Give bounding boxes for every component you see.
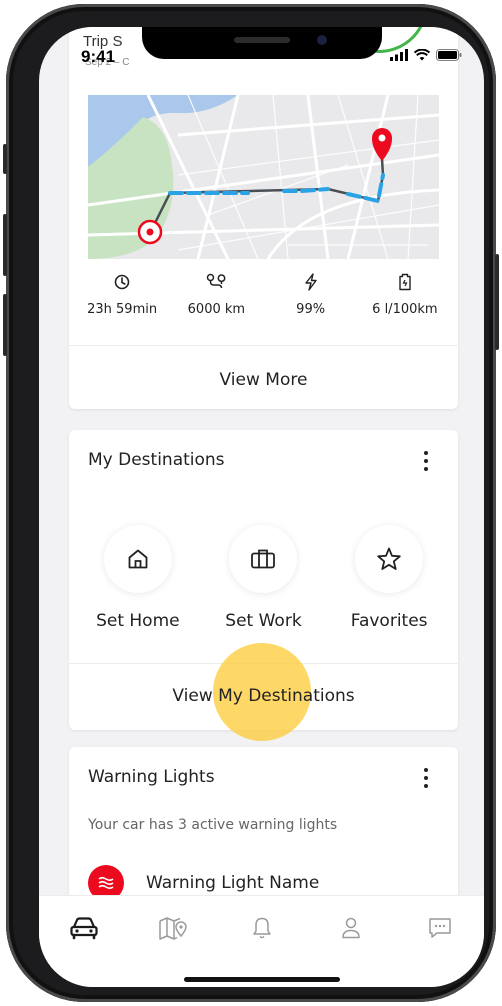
volume-down-button — [3, 294, 7, 356]
bottom-nav — [39, 895, 484, 987]
mute-switch — [3, 144, 7, 174]
stat-distance: 6000 km — [172, 272, 260, 317]
trip-stats-row: 23h 59min 6000 km 99% 6 l/100km — [69, 272, 458, 317]
phone-frame: Trip S Sep 2 – C 9:41 23h 59min 6000 km … — [3, 4, 499, 1002]
view-my-destinations-button[interactable]: View My Destinations — [69, 686, 458, 706]
car-icon — [69, 917, 98, 940]
stat-consumption-value: 6 l/100km — [372, 302, 438, 317]
star-icon — [377, 547, 401, 570]
fuel-pump-icon — [399, 273, 411, 291]
map-pin-icon — [158, 917, 187, 940]
coolant-warning-icon — [98, 876, 114, 890]
set-home-label: Set Home — [96, 611, 180, 631]
stat-consumption: 6 l/100km — [361, 272, 449, 317]
destinations-row: Set Home Set Work Favorites — [69, 525, 458, 631]
destinations-more-icon[interactable] — [416, 448, 436, 474]
trip-card-divider — [69, 345, 458, 346]
stat-duration-value: 23h 59min — [87, 302, 158, 317]
clock-icon — [114, 274, 130, 290]
nav-map[interactable] — [153, 916, 193, 946]
status-icons — [390, 49, 462, 61]
favorites-label: Favorites — [350, 611, 428, 631]
wifi-icon — [414, 49, 430, 61]
volume-up-button — [3, 214, 7, 276]
stat-charge-value: 99% — [296, 302, 326, 317]
warning-lights-subtitle: Your car has 3 active warning lights — [88, 817, 338, 833]
bell-icon — [252, 917, 271, 939]
nav-messages[interactable] — [420, 916, 460, 946]
favorites-button[interactable]: Favorites — [329, 525, 449, 631]
warning-lights-title: Warning Lights — [88, 767, 215, 787]
profile-icon — [341, 917, 360, 939]
stat-distance-value: 6000 km — [187, 302, 246, 317]
view-more-button[interactable]: View More — [69, 370, 458, 390]
set-home-button[interactable]: Set Home — [78, 525, 198, 631]
warning-more-icon[interactable] — [416, 765, 436, 791]
route-icon — [207, 273, 226, 289]
signal-icon — [390, 49, 408, 61]
stat-duration: 23h 59min — [78, 272, 166, 317]
status-time: 9:41 — [81, 47, 116, 66]
warning-light-name: Warning Light Name — [146, 873, 320, 893]
nav-notifications[interactable] — [242, 916, 282, 946]
speaker-grille — [234, 37, 290, 43]
destinations-divider — [69, 663, 458, 664]
front-camera — [317, 35, 327, 45]
home-icon — [128, 549, 148, 569]
chat-icon — [428, 918, 451, 938]
set-work-label: Set Work — [225, 611, 302, 631]
trip-summary-card: 23h 59min 6000 km 99% 6 l/100km View Mor… — [69, 27, 458, 409]
start-marker-icon — [137, 219, 163, 245]
notch — [142, 27, 382, 59]
briefcase-icon — [251, 549, 276, 569]
my-destinations-card: My Destinations Set Home Set Work Favori… — [69, 430, 458, 741]
nav-profile[interactable] — [331, 916, 371, 946]
nav-vehicle[interactable] — [64, 916, 104, 946]
stat-charge: 99% — [267, 272, 355, 317]
power-button — [495, 254, 499, 350]
app-screen: Trip S Sep 2 – C 9:41 23h 59min 6000 km … — [39, 27, 484, 987]
set-work-button[interactable]: Set Work — [203, 525, 323, 631]
lightning-icon — [304, 273, 317, 291]
destinations-title: My Destinations — [88, 450, 225, 470]
home-indicator[interactable] — [184, 977, 340, 982]
battery-icon — [436, 49, 462, 61]
route-map[interactable] — [88, 95, 439, 259]
